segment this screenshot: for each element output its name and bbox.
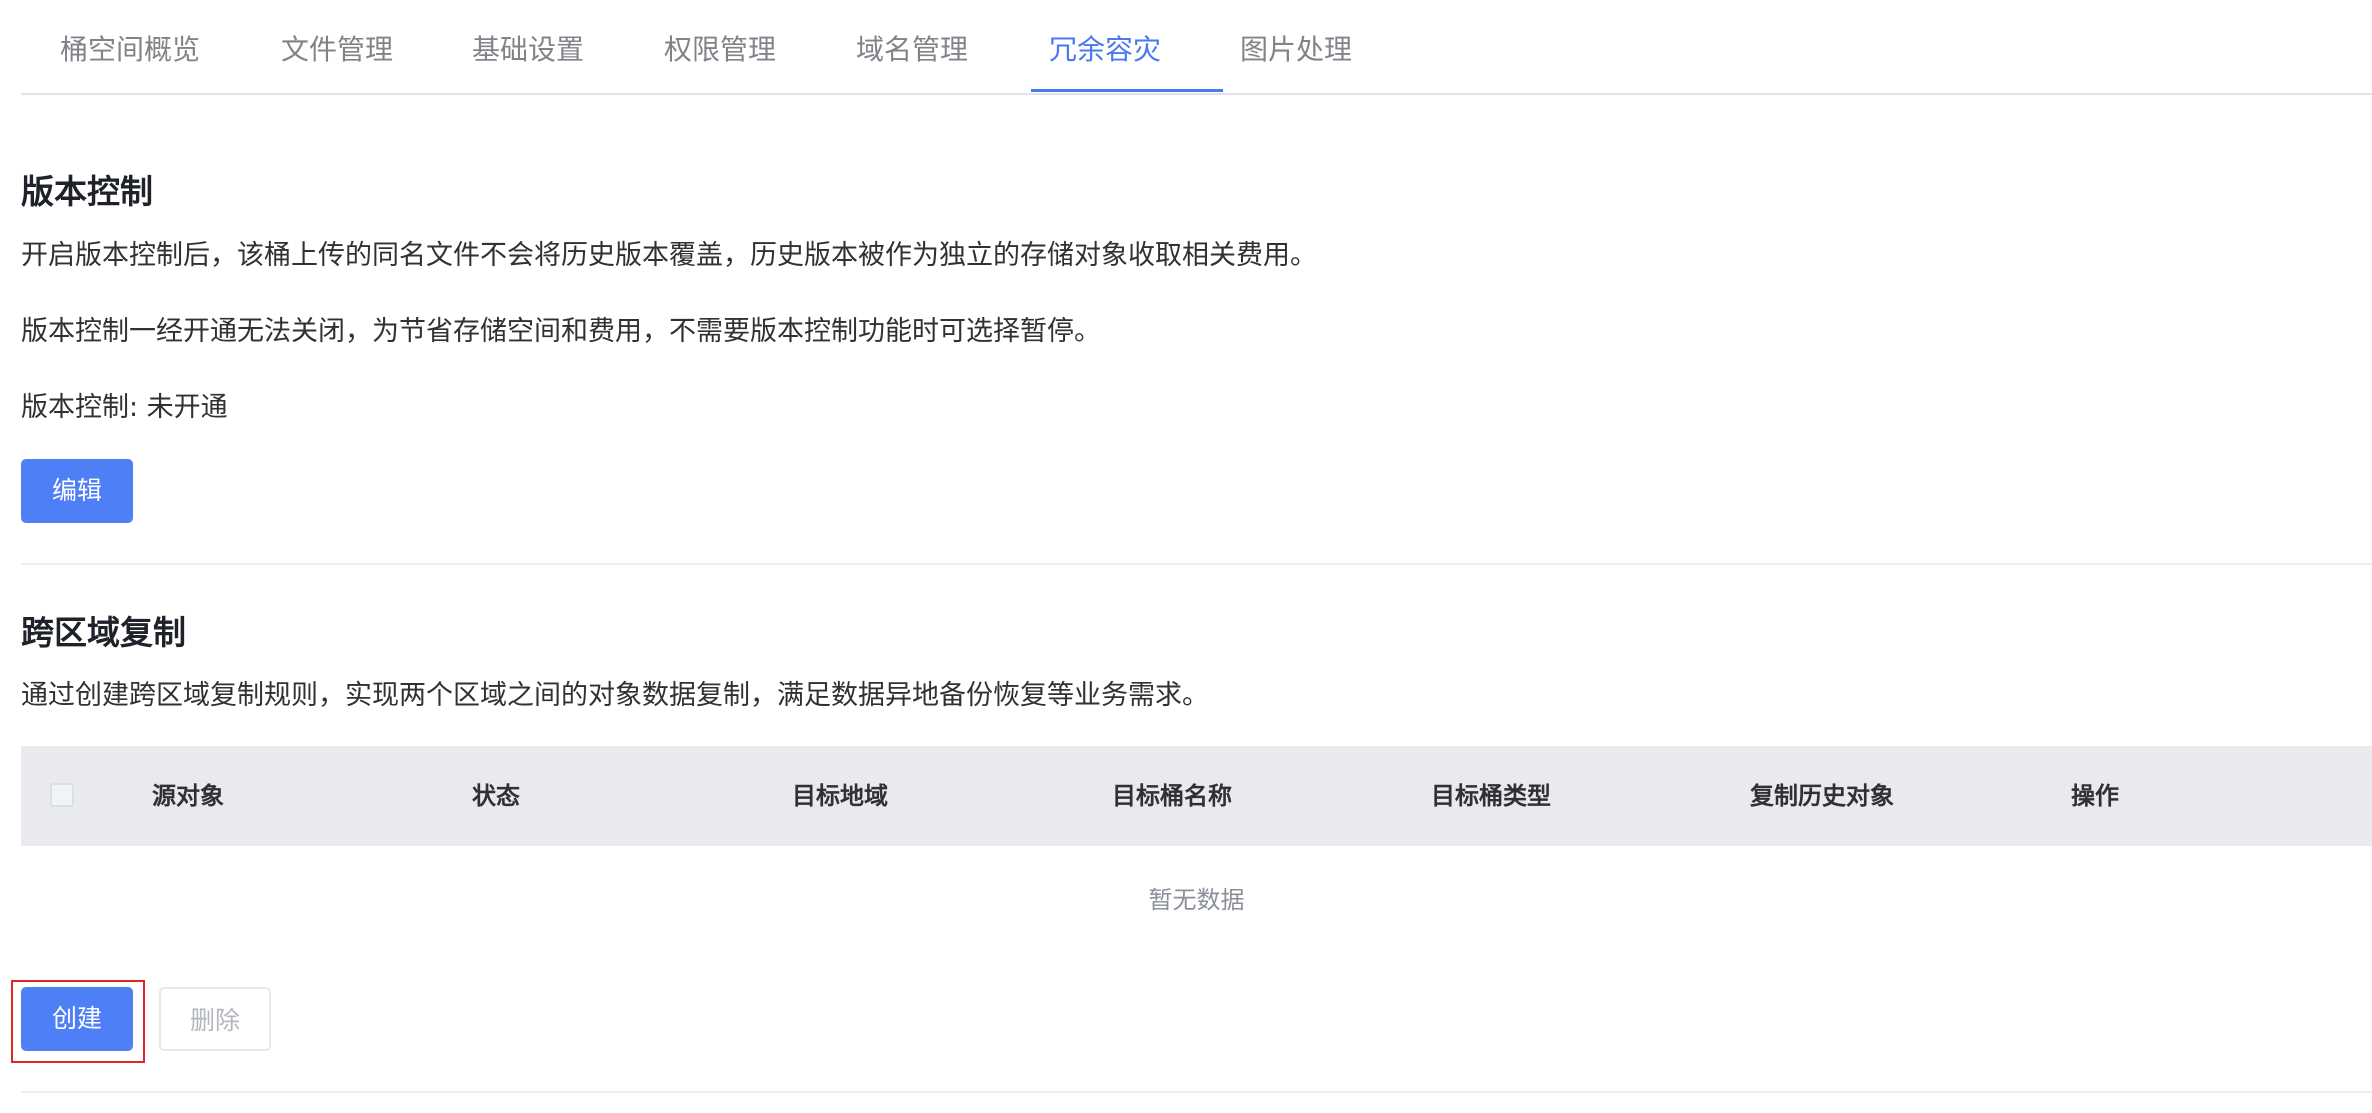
replication-title: 跨区域复制 bbox=[21, 613, 186, 652]
section-divider bbox=[21, 563, 2372, 565]
delete-button[interactable]: 删除 bbox=[159, 987, 271, 1051]
versioning-description-1: 开启版本控制后，该桶上传的同名文件不会将历史版本覆盖，历史版本被作为独立的存储对… bbox=[21, 240, 1317, 271]
active-tab-indicator bbox=[1031, 89, 1223, 92]
table-empty-text: 暂无数据 bbox=[1148, 886, 1245, 914]
versioning-status: 版本控制: 未开通 bbox=[21, 392, 228, 423]
tab-permission-management[interactable]: 权限管理 bbox=[664, 0, 776, 93]
column-header-actions: 操作 bbox=[2071, 782, 2119, 810]
tab-image-processing[interactable]: 图片处理 bbox=[1240, 0, 1352, 93]
tab-bar: 桶空间概览 文件管理 基础设置 权限管理 域名管理 冗余容灾 图片处理 bbox=[21, 0, 2372, 95]
tab-bucket-overview[interactable]: 桶空间概览 bbox=[60, 0, 200, 93]
bottom-divider bbox=[21, 1091, 2372, 1093]
tab-basic-settings[interactable]: 基础设置 bbox=[472, 0, 584, 93]
tab-file-management[interactable]: 文件管理 bbox=[281, 0, 393, 93]
versioning-title: 版本控制 bbox=[21, 172, 153, 211]
column-header-status: 状态 bbox=[472, 782, 520, 810]
tab-domain-management[interactable]: 域名管理 bbox=[856, 0, 968, 93]
column-header-replicate-history: 复制历史对象 bbox=[1750, 782, 1894, 810]
column-header-source-object: 源对象 bbox=[152, 782, 224, 810]
replication-table-header: 源对象 状态 目标地域 目标桶名称 目标桶类型 复制历史对象 操作 bbox=[21, 746, 2372, 846]
select-all-checkbox[interactable] bbox=[50, 783, 74, 807]
column-header-target-bucket-name: 目标桶名称 bbox=[1112, 782, 1232, 810]
edit-button[interactable]: 编辑 bbox=[21, 459, 133, 523]
create-button[interactable]: 创建 bbox=[21, 987, 133, 1051]
replication-description: 通过创建跨区域复制规则，实现两个区域之间的对象数据复制，满足数据异地备份恢复等业… bbox=[21, 680, 1209, 711]
tab-redundancy-dr[interactable]: 冗余容灾 bbox=[1049, 0, 1161, 93]
column-header-target-bucket-type: 目标桶类型 bbox=[1431, 782, 1551, 810]
versioning-description-2: 版本控制一经开通无法关闭，为节省存储空间和费用，不需要版本控制功能时可选择暂停。 bbox=[21, 316, 1101, 347]
column-header-target-region: 目标地域 bbox=[792, 782, 888, 810]
